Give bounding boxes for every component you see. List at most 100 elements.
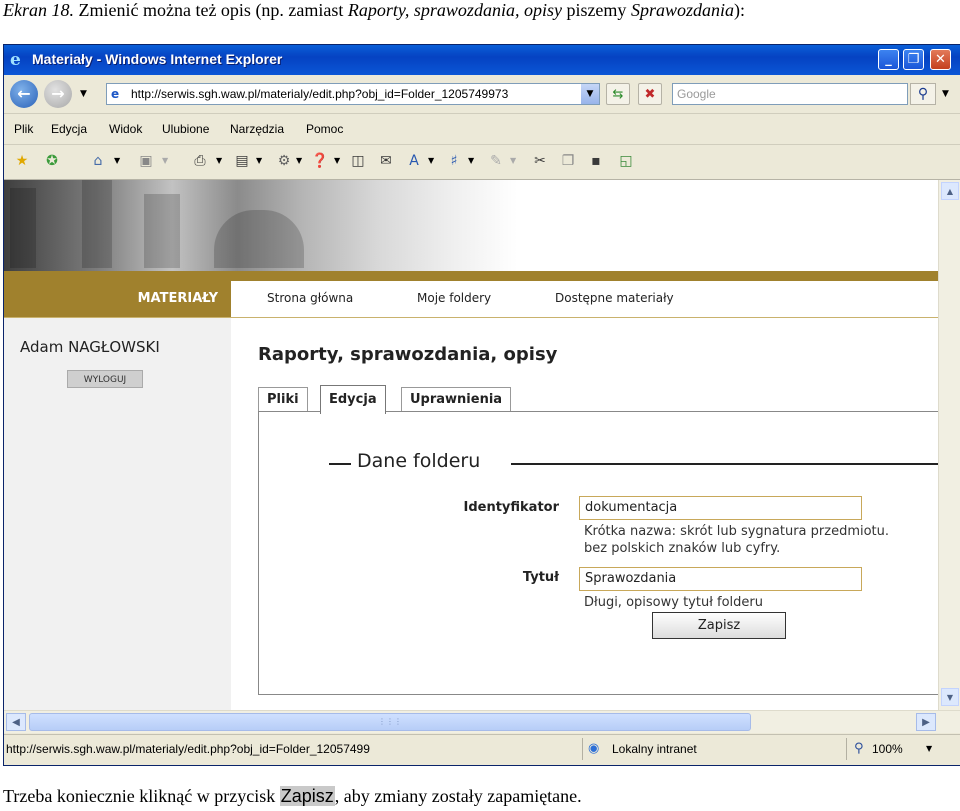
home-icon[interactable]: ⌂ xyxy=(88,151,108,171)
menu-ulubione[interactable]: Ulubione xyxy=(162,122,209,136)
page-content: MATERIAŁY Strona główna Moje foldery Dos… xyxy=(4,180,938,710)
minimize-button[interactable]: _ xyxy=(878,49,899,70)
search-input[interactable]: Google xyxy=(672,83,908,105)
caption-top-old: Raporty, sprawozdania, opisy xyxy=(347,0,562,20)
pencil-icon[interactable]: ✎ xyxy=(486,151,506,171)
new-window-icon[interactable]: ◱ xyxy=(616,151,636,171)
caption-top: Ekran 18. Zmienić można też opis (np. za… xyxy=(3,0,745,21)
maximize-button[interactable]: ❐ xyxy=(903,49,924,70)
identifier-hint-1: Krótka nazwa: skrót lub sygnatura przedm… xyxy=(584,524,890,539)
status-bar: http://serwis.sgh.waw.pl/materialy/edit.… xyxy=(4,734,960,765)
copy-icon[interactable]: ❐ xyxy=(558,151,578,171)
window-title: Materiały - Windows Internet Explorer xyxy=(32,51,283,67)
menu-widok[interactable]: Widok xyxy=(109,122,142,136)
page-icon[interactable]: ▤ xyxy=(232,151,252,171)
vertical-scrollbar[interactable]: ▲ ▼ xyxy=(938,180,960,710)
banner-photo-shape xyxy=(144,194,180,268)
menu-pomoc[interactable]: Pomoc xyxy=(306,122,343,136)
nav-my-folders-link[interactable]: Moje foldery xyxy=(417,291,491,305)
security-zone: Lokalny intranet xyxy=(612,742,697,756)
help-icon[interactable]: ❓ xyxy=(310,151,330,171)
identifier-label: Identyfikator xyxy=(463,500,559,515)
forward-arrow-icon[interactable]: → xyxy=(44,80,72,108)
title-hint: Długi, opisowy tytuł folderu xyxy=(584,595,764,610)
print-icon[interactable]: ⎙ xyxy=(190,151,210,171)
site-brand[interactable]: MATERIAŁY xyxy=(4,281,231,317)
tab-edycja[interactable]: Edycja xyxy=(320,385,386,414)
help-dropdown-icon[interactable]: ▼ xyxy=(334,156,340,165)
back-arrow-icon[interactable]: ← xyxy=(10,80,38,108)
zoom-dropdown-icon[interactable]: ▼ xyxy=(926,744,932,753)
banner-photo-shape xyxy=(214,210,304,268)
title-field[interactable]: Sprawozdania xyxy=(579,567,862,591)
command-toolbar: ★ ✪ ⌂ ▼ ▣ ▼ ⎙ ▼ ▤ ▼ ⚙ ▼ ❓ ▼ ◫ ✉ A ▼ ♯ ▼ … xyxy=(4,145,960,180)
scroll-right-icon[interactable]: ▶ xyxy=(916,713,936,731)
add-favorite-icon[interactable]: ✪ xyxy=(42,151,62,171)
identifier-hint-2: bez polskich znaków lub cyfry. xyxy=(584,541,781,556)
menu-edycja[interactable]: Edycja xyxy=(51,122,87,136)
nav-home-link[interactable]: Strona główna xyxy=(267,291,353,305)
address-field[interactable]: e http://serwis.sgh.waw.pl/materialy/edi… xyxy=(106,83,600,105)
fieldset-line-right xyxy=(511,463,938,465)
menu-bar: Plik Edycja Widok Ulubione Narzędzia Pom… xyxy=(4,114,960,145)
caption-top-new: Sprawozdania xyxy=(630,0,734,20)
scroll-up-icon[interactable]: ▲ xyxy=(941,182,959,200)
menu-narzedzia[interactable]: Narzędzia xyxy=(230,122,284,136)
menu-plik[interactable]: Plik xyxy=(14,122,33,136)
search-options-icon[interactable]: ▼ xyxy=(942,89,949,99)
identifier-field[interactable]: dokumentacja xyxy=(579,496,862,520)
horizontal-scroll-thumb[interactable]: ⋮⋮⋮ xyxy=(29,713,751,731)
translate-icon[interactable]: ♯ xyxy=(444,151,464,171)
ie-logo-icon: e xyxy=(10,50,21,70)
logout-button[interactable]: WYLOGUJ xyxy=(67,370,143,388)
address-dropdown-icon[interactable]: ▼ xyxy=(581,84,599,104)
star-icon[interactable]: ★ xyxy=(12,151,32,171)
scroll-left-icon[interactable]: ◀ xyxy=(6,713,26,731)
research-icon[interactable]: ◫ xyxy=(348,151,368,171)
translate-dropdown-icon[interactable]: ▼ xyxy=(468,156,474,165)
mail-icon[interactable]: ✉ xyxy=(376,151,396,171)
caption-top-mid: piszemy xyxy=(561,0,631,20)
tab-uprawnienia[interactable]: Uprawnienia xyxy=(401,387,512,413)
refresh-icon[interactable]: ⇆ xyxy=(606,83,630,105)
address-text: http://serwis.sgh.waw.pl/materialy/edit.… xyxy=(131,87,509,101)
rss-icon[interactable]: ▣ xyxy=(136,151,156,171)
history-dropdown-icon[interactable]: ▼ xyxy=(80,89,87,99)
title-bar[interactable]: e Materiały - Windows Internet Explorer … xyxy=(4,45,960,75)
page-favicon-icon: e xyxy=(111,87,120,101)
sidebar: Adam NAGŁOWSKI WYLOGUJ xyxy=(4,318,231,710)
site-navigation: MATERIAŁY Strona główna Moje foldery Dos… xyxy=(4,281,938,318)
banner-photo-shape xyxy=(82,180,112,268)
save-button[interactable]: Zapisz xyxy=(652,612,786,639)
browser-window: e Materiały - Windows Internet Explorer … xyxy=(3,44,960,766)
page-dropdown-icon[interactable]: ▼ xyxy=(256,156,262,165)
search-placeholder: Google xyxy=(677,87,716,101)
header-banner xyxy=(4,180,938,274)
zoom-icon[interactable]: ⚲ xyxy=(854,741,864,756)
paste-icon[interactable]: ▪ xyxy=(586,151,606,171)
nav-available-materials-link[interactable]: Dostępne materiały xyxy=(555,291,674,305)
font-size-icon[interactable]: A xyxy=(404,151,424,171)
scissors-icon[interactable]: ✂ xyxy=(530,151,550,171)
font-dropdown-icon[interactable]: ▼ xyxy=(428,156,434,165)
caption-bottom-post: , aby zmiany zostały zapamiętane. xyxy=(334,786,582,806)
print-dropdown-icon[interactable]: ▼ xyxy=(216,156,222,165)
home-dropdown-icon[interactable]: ▼ xyxy=(114,156,120,165)
gear-icon[interactable]: ⚙ xyxy=(274,151,294,171)
title-label: Tytuł xyxy=(522,570,559,585)
caption-top-main: Zmienić można też opis (np. zamiast xyxy=(74,0,348,20)
scroll-down-icon[interactable]: ▼ xyxy=(941,688,959,706)
edit-panel: Dane folderu Identyfikator dokumentacja … xyxy=(258,411,938,695)
search-icon[interactable]: ⚲ xyxy=(910,83,936,105)
rss-dropdown-icon[interactable]: ▼ xyxy=(162,156,168,165)
edit-dropdown-icon[interactable]: ▼ xyxy=(510,156,516,165)
stop-icon[interactable]: ✖ xyxy=(638,83,662,105)
status-divider xyxy=(582,738,583,760)
globe-icon: ◉ xyxy=(588,741,600,756)
banner-photo-shape xyxy=(10,188,36,268)
tools-dropdown-icon[interactable]: ▼ xyxy=(296,156,302,165)
horizontal-scrollbar[interactable]: ◀ ⋮⋮⋮ ▶ xyxy=(4,710,960,733)
tab-pliki[interactable]: Pliki xyxy=(258,387,308,413)
close-button[interactable]: ✕ xyxy=(930,49,951,70)
zoom-level[interactable]: 100% xyxy=(872,742,903,756)
